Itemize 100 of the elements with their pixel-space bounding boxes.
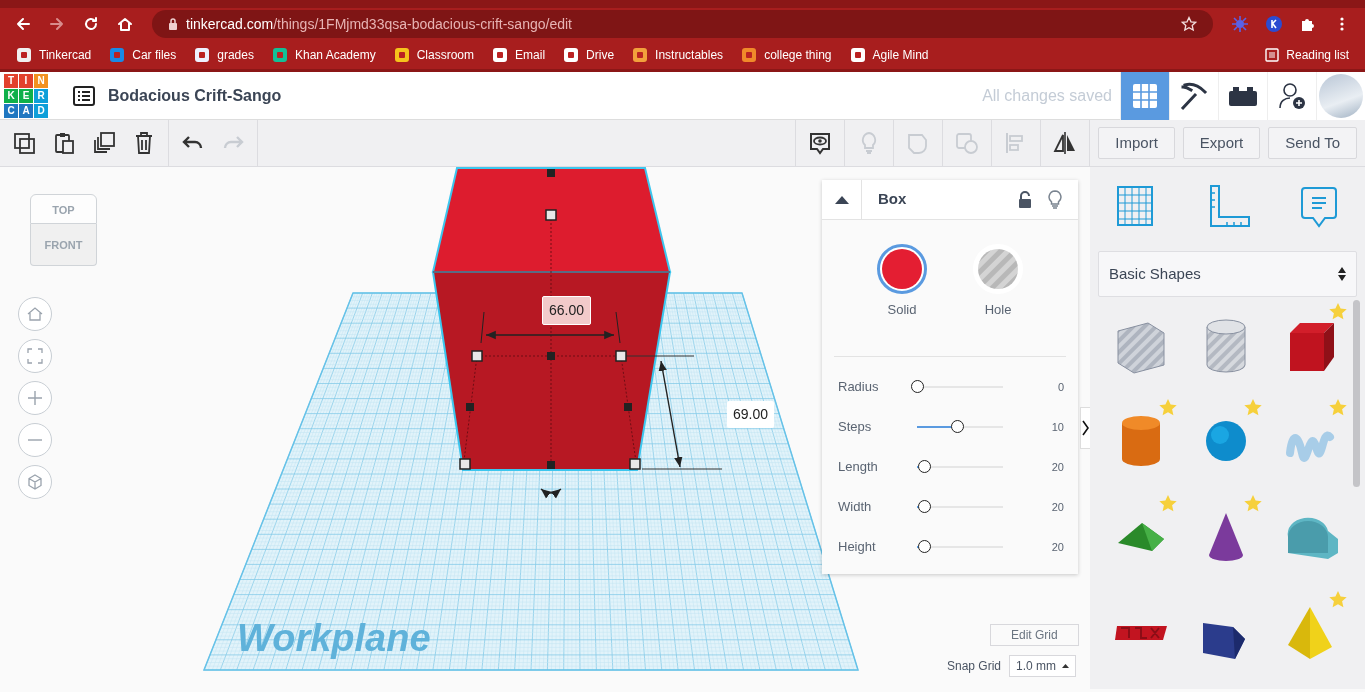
parameter-label: Steps (838, 418, 873, 437)
bookmark-link[interactable]: Email (492, 45, 546, 64)
add-user-button[interactable] (1267, 71, 1316, 120)
workplane-label: Workplane (237, 617, 431, 659)
parameter-value[interactable]: 20 (1010, 498, 1064, 516)
resize-handle[interactable] (629, 458, 641, 470)
duplicate-icon (92, 131, 116, 155)
star-icon (1244, 399, 1262, 416)
design-title[interactable]: Bodacious Crift-Sango (108, 83, 983, 108)
logo-tile[interactable]: I (19, 73, 33, 88)
caret-up-icon (1062, 664, 1070, 668)
favicon-icon (16, 46, 32, 63)
bookmark-link[interactable]: Khan Academy (271, 45, 376, 64)
snap-grid-dropdown[interactable]: 1.0 mm (1009, 655, 1077, 677)
favicon-icon (741, 46, 758, 63)
list-icon (1265, 47, 1280, 62)
dimension-value[interactable]: 69.00 (727, 401, 775, 428)
logo-tile[interactable]: T (4, 73, 18, 88)
logo-tile[interactable]: C (4, 103, 18, 118)
favicon-icon (109, 46, 126, 63)
parameter-label: Width (838, 498, 873, 517)
parameter-label: Radius (838, 378, 880, 397)
slider-thumb[interactable] (918, 540, 932, 553)
favicon-icon (492, 46, 509, 63)
bookmark-link[interactable]: grades (194, 45, 254, 64)
star-icon (1159, 399, 1177, 416)
pickaxe-view-button[interactable] (1169, 71, 1218, 120)
puzzle-piece-icon (1300, 16, 1316, 32)
bricks-view-button[interactable] (1218, 71, 1267, 120)
logo-tile[interactable]: A (19, 103, 33, 118)
copy-icon (12, 131, 36, 155)
favicon-icon (563, 46, 580, 63)
box-drawing[interactable] (431, 167, 672, 471)
reload-icon (83, 16, 99, 32)
parameter-label: Height (838, 538, 877, 557)
star-icon (1329, 303, 1347, 320)
parameter-value[interactable]: 10 (1010, 418, 1064, 436)
pickaxe-icon (1179, 80, 1209, 111)
snap-grid-label: Snap Grid (947, 658, 1002, 675)
bookmark-link[interactable]: Agile Mind (849, 45, 929, 64)
bookmark-link[interactable]: Car files (109, 45, 177, 64)
resize-handle[interactable] (547, 169, 555, 177)
star-icon (1329, 399, 1347, 416)
slider-thumb[interactable] (950, 420, 964, 433)
resize-handle[interactable] (459, 458, 471, 470)
paste-icon (52, 131, 76, 155)
chevron-right-icon (1082, 420, 1089, 436)
parameter-value[interactable]: 20 (1010, 538, 1064, 556)
minus-icon (28, 439, 42, 441)
slider-thumb[interactable] (918, 460, 932, 473)
scrollbar[interactable] (1353, 300, 1360, 487)
shape-mode-option[interactable]: Hole (973, 244, 1023, 356)
shape-mode-option[interactable]: Solid (877, 244, 927, 356)
reading-list-link[interactable]: Reading list (1265, 45, 1349, 64)
shape-category-dropdown[interactable]: Basic Shapes (1098, 251, 1357, 297)
parameter-value[interactable]: 20 (1010, 458, 1064, 476)
forward-arrow-icon (49, 16, 65, 32)
bookmark-link[interactable]: Drive (563, 45, 615, 64)
resize-handle[interactable] (615, 350, 627, 362)
light-bulb-icon (1048, 189, 1062, 210)
dimension-value[interactable]: 66.00 (542, 296, 592, 325)
rotate-handle-icon[interactable] (540, 488, 562, 499)
bookmark-link[interactable]: Tinkercad (16, 45, 92, 64)
eye-speech-bubble-icon (808, 131, 833, 155)
filled-circle-icon (882, 249, 922, 289)
perspective-button[interactable] (18, 465, 52, 499)
favicon-icon (849, 46, 866, 63)
resize-handle[interactable] (547, 461, 555, 469)
star-icon (1159, 495, 1177, 512)
toolbar-action-button[interactable]: Import (1098, 127, 1175, 159)
text-shape-icon (1112, 624, 1169, 642)
resize-handle[interactable] (624, 403, 632, 411)
add-user-icon (1278, 81, 1306, 110)
ungroup-icon (955, 131, 980, 155)
list-icon (73, 85, 95, 106)
k-letter-circle-icon (1265, 15, 1283, 33)
slider-thumb[interactable] (918, 500, 932, 513)
panel-toggle-button[interactable] (1080, 407, 1090, 449)
padlock-icon (1018, 190, 1032, 209)
brick-icon (1228, 84, 1258, 107)
parameter-label: Length (838, 458, 879, 477)
grid-view-button[interactable] (1120, 71, 1169, 120)
striped-circle-icon (978, 249, 1018, 289)
slider-thumb[interactable] (910, 380, 924, 393)
resize-handle[interactable] (466, 403, 474, 411)
resize-handle[interactable] (471, 350, 483, 362)
bookmark-link[interactable]: college thing (741, 45, 832, 64)
address-bar[interactable]: tinkercad.com/things/1FMjmd33qsa-bodacious-crift-sango/edit (152, 10, 1213, 38)
star-icon (1329, 591, 1347, 608)
grid-icon (1132, 82, 1158, 109)
parameter-value[interactable]: 0 (1010, 378, 1064, 396)
edit-grid-button[interactable]: Edit Grid (990, 624, 1079, 646)
toolbar-action-button[interactable]: Export (1182, 127, 1261, 159)
toolbar-action-button[interactable]: Send To (1268, 127, 1357, 159)
resize-handle[interactable] (545, 209, 557, 221)
bookmark-link[interactable]: Instructables (632, 45, 724, 64)
resize-handle[interactable] (547, 352, 555, 360)
sparkle-icon (1231, 15, 1249, 33)
bookmark-link[interactable]: Classroom (393, 45, 475, 64)
caret-up-icon (834, 195, 849, 204)
